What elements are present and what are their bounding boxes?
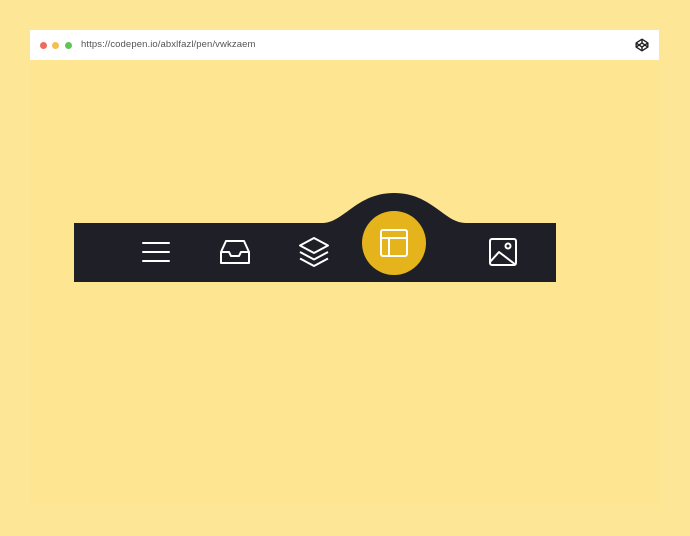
close-window-dot[interactable] xyxy=(40,42,47,49)
codepen-icon[interactable] xyxy=(635,38,649,52)
bottom-tab-bar xyxy=(74,193,556,282)
layout-icon xyxy=(380,229,408,257)
tab-image[interactable] xyxy=(483,232,523,272)
menu-icon xyxy=(142,242,170,262)
tab-layout[interactable] xyxy=(374,223,414,263)
layers-icon xyxy=(299,237,329,267)
url-text[interactable]: https://codepen.io/abxlfazl/pen/vwkzaem xyxy=(81,39,255,50)
address-bar: https://codepen.io/abxlfazl/pen/vwkzaem xyxy=(30,30,659,60)
tab-layers[interactable] xyxy=(294,232,334,272)
maximize-window-dot[interactable] xyxy=(65,42,72,49)
minimize-window-dot[interactable] xyxy=(52,42,59,49)
tab-menu[interactable] xyxy=(136,232,176,272)
inbox-icon xyxy=(220,240,250,264)
image-icon xyxy=(489,238,517,266)
tab-inbox[interactable] xyxy=(215,232,255,272)
